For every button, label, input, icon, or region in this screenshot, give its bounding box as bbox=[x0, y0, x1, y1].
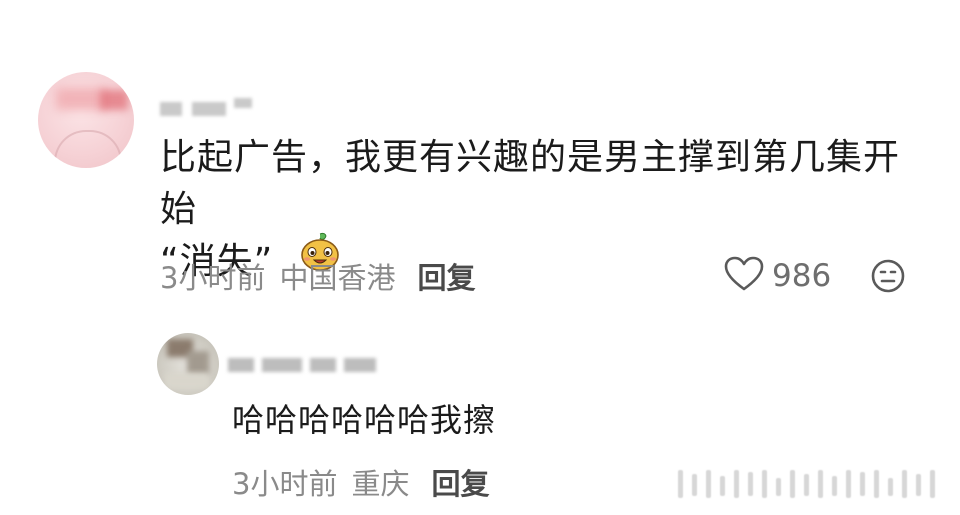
meh-face-icon[interactable] bbox=[870, 259, 906, 298]
like-count: 986 bbox=[772, 258, 832, 294]
redaction-block bbox=[344, 358, 376, 372]
avatar-blur bbox=[187, 351, 209, 375]
comment-location: 中国香港 bbox=[279, 261, 396, 295]
like-button[interactable]: 986 bbox=[724, 256, 831, 296]
redaction-block bbox=[310, 358, 336, 372]
reply-body: 哈哈哈哈哈哈我擦 bbox=[232, 401, 497, 439]
avatar[interactable] bbox=[38, 72, 134, 168]
username-redacted[interactable] bbox=[160, 96, 260, 118]
dislike-button[interactable] bbox=[870, 258, 906, 298]
redaction-block bbox=[228, 358, 254, 372]
reply-button[interactable]: 回复 bbox=[417, 255, 475, 297]
redaction-block bbox=[192, 102, 226, 116]
reply-reply-button[interactable]: 回复 bbox=[431, 461, 489, 503]
redaction-block bbox=[160, 102, 182, 116]
comment-thread: 比起广告，我更有兴趣的是男主撑到第几集开始 “消失” 3小时前 中国香港 回复 … bbox=[0, 0, 960, 515]
reply-location: 重庆 bbox=[351, 467, 410, 501]
comment-text-line: 比起广告，我更有兴趣的是男主撑到第几集开始 bbox=[160, 137, 901, 230]
redaction-block bbox=[262, 358, 302, 372]
heart-outline-icon[interactable] bbox=[724, 256, 764, 296]
avatar-blur bbox=[100, 90, 128, 110]
avatar-art bbox=[54, 130, 122, 162]
watermark-redacted bbox=[676, 466, 948, 502]
reply-meta: 3小时前 重庆 回复 bbox=[232, 462, 489, 502]
reply-username-redacted[interactable] bbox=[228, 352, 388, 376]
redaction-block bbox=[234, 98, 252, 108]
reply-time: 3小时前 bbox=[232, 467, 338, 501]
reply-avatar[interactable] bbox=[157, 333, 219, 395]
comment-meta: 3小时前 中国香港 回复 bbox=[160, 256, 475, 296]
avatar-blur bbox=[165, 373, 209, 389]
comment-time: 3小时前 bbox=[160, 261, 266, 295]
